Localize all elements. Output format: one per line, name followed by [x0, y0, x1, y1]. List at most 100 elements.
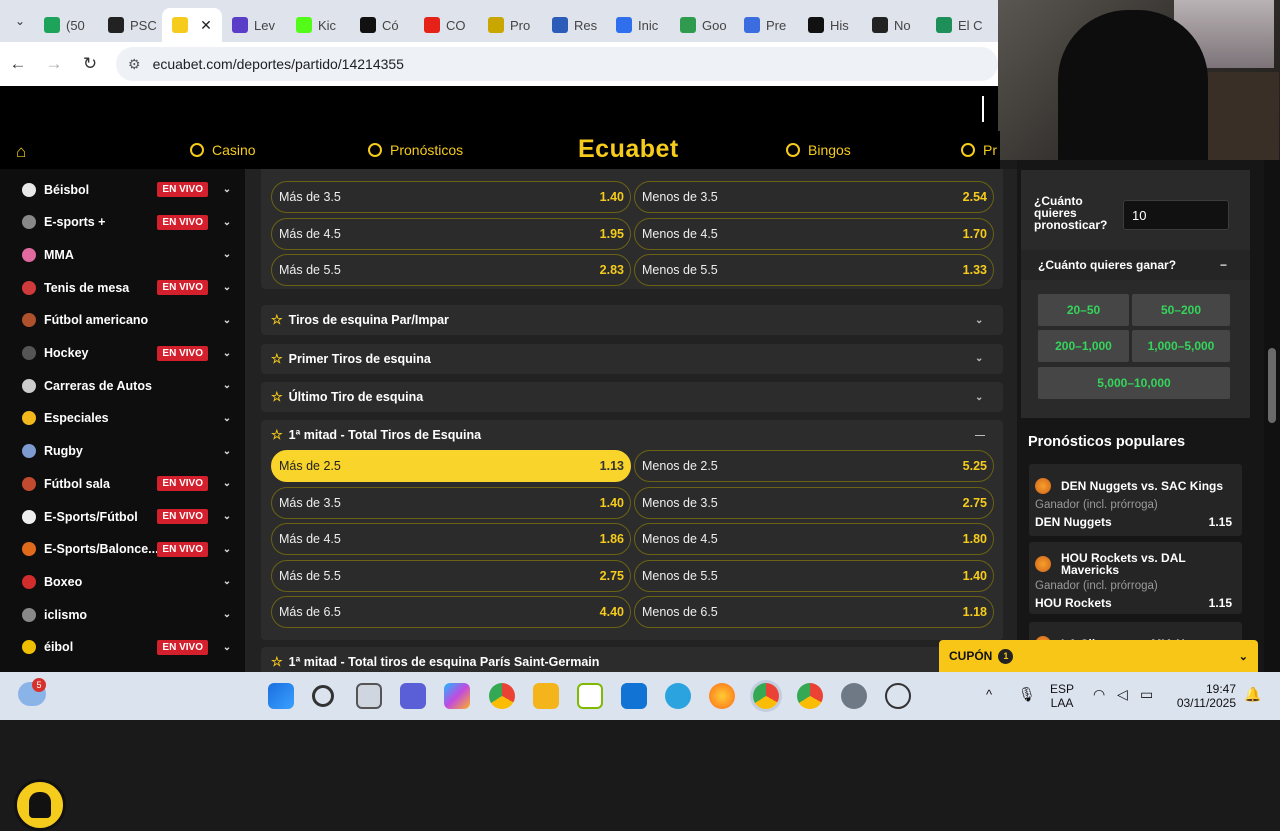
chrome-icon[interactable]	[489, 683, 515, 709]
chevron-down-icon[interactable]: ⌄	[220, 184, 234, 195]
chevron-down-icon[interactable]: ⌄	[975, 315, 1003, 326]
chevron-down-icon[interactable]: ⌄	[220, 282, 234, 293]
market-header-collapsed[interactable]: ☆ Tiros de esquina Par/Impar ⌄	[261, 305, 1003, 335]
odds-button-over[interactable]: Más de 4.5 1.86	[271, 523, 631, 556]
odds-button-over[interactable]: Más de 5.5 2.75	[271, 559, 631, 592]
market-header-collapsed[interactable]: ☆ Último Tiro de esquina ⌄	[261, 382, 1003, 412]
sidebar-item[interactable]: Fútbol sala EN VIVO ⌄	[12, 467, 234, 500]
chevron-down-icon[interactable]: ⌄	[220, 217, 234, 228]
odds-button-under[interactable]: Menos de 5.5 1.40	[634, 559, 994, 592]
win-question-row[interactable]: ¿Cuánto quieres ganar? −	[1021, 250, 1250, 280]
volume-icon[interactable]: ◁	[1117, 686, 1128, 703]
tray-chevron-up-icon[interactable]: ^	[986, 687, 992, 702]
coupon-bar[interactable]: CUPÓN 1 ⌄	[939, 640, 1258, 672]
chevron-down-icon[interactable]: ⌄	[220, 642, 234, 653]
chrome-profile-icon[interactable]	[797, 683, 823, 709]
odds-button-under[interactable]: Menos de 6.5 1.18	[634, 596, 994, 629]
sidebar-item[interactable]: Rugby ⌄	[12, 435, 234, 468]
outlook-icon[interactable]	[621, 683, 647, 709]
chevron-down-icon[interactable]: ⌄	[220, 446, 234, 457]
browser-tab[interactable]: Inic	[606, 8, 670, 42]
favorite-star-icon[interactable]: ☆	[271, 312, 283, 328]
sidebar-item[interactable]: Especiales ⌄	[12, 402, 234, 435]
collapse-icon[interactable]: −	[1220, 258, 1250, 272]
win-range-button[interactable]: 20–50	[1038, 294, 1129, 326]
win-range-button[interactable]: 200–1,000	[1038, 330, 1129, 362]
odds-button-under[interactable]: Menos de 4.5 1.70	[634, 217, 994, 250]
odds-button-under[interactable]: Menos de 5.5 1.33	[634, 254, 994, 287]
store-icon[interactable]	[577, 683, 603, 709]
clock[interactable]: 19:47 03/11/2025	[1172, 682, 1236, 710]
site-info-icon[interactable]: ⚙	[128, 56, 141, 73]
odds-button-over[interactable]: Más de 2.5 1.13	[271, 450, 631, 482]
chevron-down-icon[interactable]: ⌄	[220, 544, 234, 555]
chevron-down-icon[interactable]: ⌄	[220, 249, 234, 260]
notification-bell-icon[interactable]: 🔔	[1244, 686, 1261, 703]
search-icon[interactable]	[312, 685, 334, 707]
chevron-down-icon[interactable]: ⌄	[220, 380, 234, 391]
odds-button-under[interactable]: Menos de 4.5 1.80	[634, 523, 994, 556]
favorite-star-icon[interactable]: ☆	[271, 389, 283, 405]
odds-button-over[interactable]: Más de 5.5 2.83	[271, 254, 631, 287]
url-bar[interactable]: ⚙ ecuabet.com/deportes/partido/14214355	[116, 47, 998, 81]
chevron-down-icon[interactable]: ⌄	[220, 478, 234, 489]
favorite-star-icon[interactable]: ☆	[271, 427, 283, 443]
telegram-icon[interactable]	[665, 683, 691, 709]
odds-button-over[interactable]: Más de 3.5 1.40	[271, 486, 631, 519]
sidebar-item[interactable]: MMA ⌄	[12, 238, 234, 271]
favorite-star-icon[interactable]: ☆	[271, 654, 283, 670]
sidebar-item[interactable]: Fútbol americano ⌄	[12, 304, 234, 337]
sidebar-item[interactable]: Hockey EN VIVO ⌄	[12, 337, 234, 370]
start-icon[interactable]	[268, 683, 294, 709]
copilot-icon[interactable]	[444, 683, 470, 709]
chevron-down-icon[interactable]: ⌄	[220, 315, 234, 326]
browser-tab[interactable]: CO	[414, 8, 478, 42]
firefox-icon[interactable]	[709, 683, 735, 709]
chevron-down-icon[interactable]: ⌄	[220, 511, 234, 522]
chevron-down-icon[interactable]: ⌄	[975, 392, 1003, 403]
market-header-psg-corners[interactable]: ☆ 1ª mitad - Total tiros de esquina Parí…	[261, 647, 1003, 672]
nav-pronosticos[interactable]: Pronósticos	[368, 142, 463, 158]
browser-tab[interactable]: El C	[926, 8, 990, 42]
browser-tab[interactable]: Kic	[286, 8, 350, 42]
odds-button-under[interactable]: Menos de 3.5 2.54	[634, 181, 994, 213]
chevron-down-icon[interactable]: ⌄	[975, 353, 1003, 364]
browser-tab[interactable]: Goo	[670, 8, 734, 42]
chevron-down-icon[interactable]: ⌄	[1239, 650, 1248, 663]
task-view-icon[interactable]	[356, 683, 382, 709]
settings-icon[interactable]	[841, 683, 867, 709]
sidebar-item[interactable]: Boxeo ⌄	[12, 565, 234, 598]
win-range-button[interactable]: 1,000–5,000	[1132, 330, 1230, 362]
browser-tab[interactable]: No	[862, 8, 926, 42]
nav-promos[interactable]: Pr	[961, 142, 997, 158]
browser-tab[interactable]: ✕	[162, 8, 222, 42]
wifi-icon[interactable]: ◠	[1093, 686, 1105, 703]
market-header-first-half[interactable]: ☆ 1ª mitad - Total Tiros de Esquina —	[261, 420, 1003, 450]
favorite-star-icon[interactable]: ☆	[271, 351, 283, 367]
meet-icon[interactable]	[400, 683, 426, 709]
obs-icon[interactable]	[885, 683, 911, 709]
sidebar-item[interactable]: Béisbol EN VIVO ⌄	[12, 173, 234, 206]
nav-casino[interactable]: Casino	[190, 142, 256, 158]
microphone-icon[interactable]: 🎙	[1018, 686, 1036, 703]
back-icon[interactable]: ←	[0, 54, 36, 74]
popular-prediction-card[interactable]: HOU Rockets vs. DAL Mavericks Ganador (in…	[1029, 542, 1242, 614]
sidebar-item[interactable]: Carreras de Autos ⌄	[12, 369, 234, 402]
site-logo[interactable]: Ecuabet	[578, 135, 679, 164]
browser-tab[interactable]: Pro	[478, 8, 542, 42]
browser-tab[interactable]: Pre	[734, 8, 798, 42]
odds-button-over[interactable]: Más de 6.5 4.40	[271, 596, 631, 629]
page-scrollbar[interactable]	[1264, 160, 1280, 672]
win-range-button[interactable]: 50–200	[1132, 294, 1230, 326]
stake-input[interactable]	[1123, 200, 1229, 230]
scrollbar-thumb[interactable]	[1268, 348, 1276, 423]
odds-button-under[interactable]: Menos de 2.5 5.25	[634, 450, 994, 482]
sidebar-item[interactable]: E-Sports/Balonce... EN VIVO ⌄	[12, 533, 234, 566]
browser-tab[interactable]: Có	[350, 8, 414, 42]
tab-search-icon[interactable]: ⌄	[6, 7, 34, 35]
popular-prediction-card[interactable]: DEN Nuggets vs. SAC Kings Ganador (incl. …	[1029, 464, 1242, 536]
chevron-down-icon[interactable]: ⌄	[220, 348, 234, 359]
browser-tab[interactable]: Lev	[222, 8, 286, 42]
file-explorer-icon[interactable]	[533, 683, 559, 709]
sidebar-item[interactable]: Tenis de mesa EN VIVO ⌄	[12, 271, 234, 304]
